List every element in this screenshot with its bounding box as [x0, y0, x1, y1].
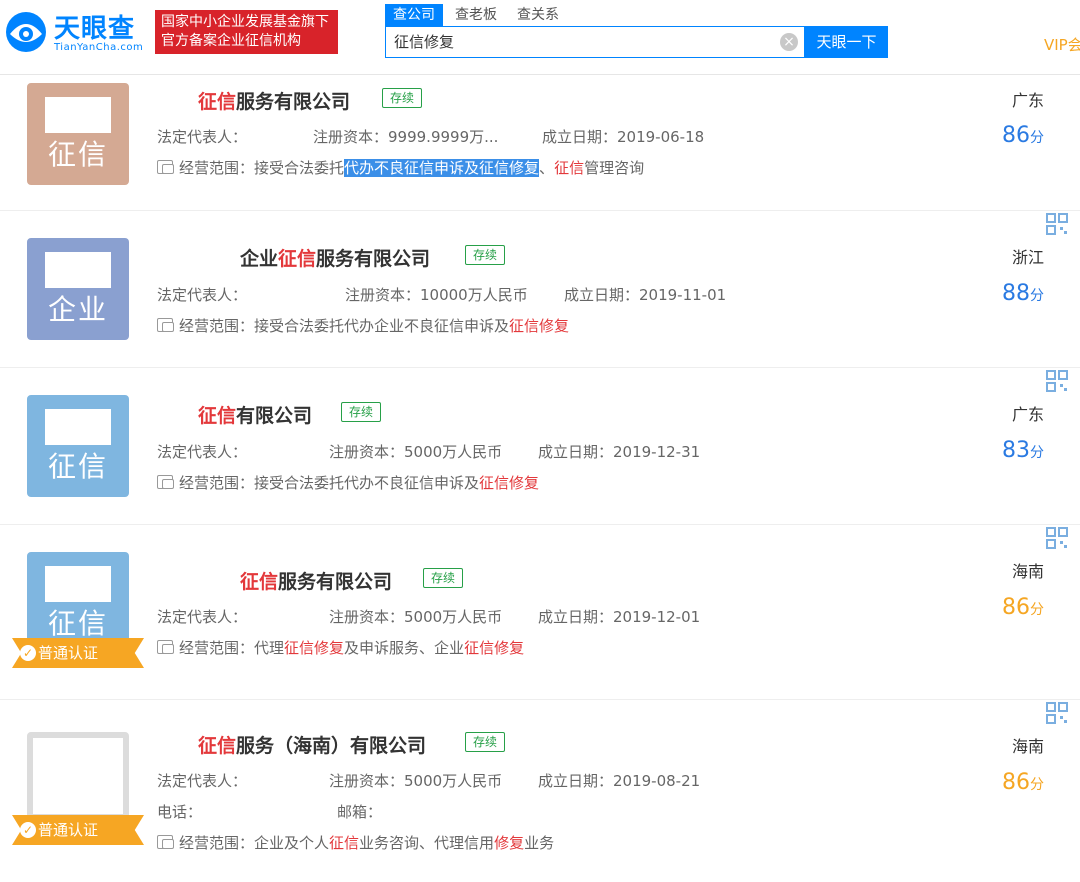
- company-logo: 征信: [27, 83, 129, 185]
- scope-icon: [157, 318, 174, 332]
- search-tabs: 查公司 查老板 查关系: [385, 4, 571, 28]
- qr-code-icon[interactable]: [1044, 525, 1070, 551]
- verified-check-icon: ✓: [20, 645, 36, 661]
- cert-badge: ✓ 普通认证: [12, 815, 144, 845]
- phone: 电话：: [157, 803, 203, 821]
- scope-icon: [157, 160, 174, 174]
- tianyancha-logo[interactable]: 天眼查 TianYanCha.com: [4, 6, 146, 58]
- business-scope: 经营范围：企业及个人征信业务咨询、代理信用修复业务: [157, 832, 554, 853]
- region: 浙江: [1011, 248, 1044, 267]
- founded-date: 成立日期：2019-12-31: [538, 443, 701, 461]
- top-header: 天眼查 TianYanCha.com 国家中小企业发展基金旗下 官方备案企业征信…: [0, 0, 1080, 75]
- score: 86分: [1002, 595, 1044, 620]
- result-card[interactable]: 征信 征信服务有限公司 存续 法定代表人： 注册资本：9999.9999万...…: [0, 75, 1080, 211]
- score: 86分: [1002, 123, 1044, 148]
- registered-capital: 注册资本：5000万人民币: [329, 772, 503, 790]
- registered-capital: 注册资本：5000万人民币: [329, 608, 503, 626]
- result-card[interactable]: ✓ 普通认证 征信服务（海南）有限公司 存续 法定代表人： 注册资本：5000万…: [0, 700, 1080, 882]
- selected-text: 代办不良征信申诉及征信修复: [344, 159, 540, 177]
- qr-code-icon[interactable]: [1044, 700, 1070, 726]
- company-logo-text: 征信: [47, 607, 108, 640]
- logo-mark-icon: [6, 12, 46, 52]
- score: 83分: [1002, 438, 1044, 463]
- qr-code-icon[interactable]: [1044, 368, 1070, 394]
- search-button[interactable]: 天眼一下: [805, 26, 888, 58]
- legal-rep: 法定代表人：: [157, 128, 248, 146]
- company-name[interactable]: 征信服务（海南）有限公司: [198, 731, 426, 758]
- logo-subtext: TianYanCha.com: [54, 42, 144, 53]
- badge-line-1: 国家中小企业发展基金旗下: [161, 14, 329, 30]
- region: 海南: [1011, 562, 1044, 581]
- founded-date: 成立日期：2019-06-18: [542, 128, 705, 146]
- clear-icon[interactable]: ×: [780, 33, 798, 51]
- business-scope: 经营范围：接受合法委托代办不良征信申诉及征信修复: [157, 472, 539, 493]
- email: 邮箱：: [337, 803, 383, 821]
- company-logo-text: 企业: [47, 293, 108, 326]
- company-name[interactable]: 征信服务有限公司: [240, 567, 392, 594]
- region: 广东: [1011, 405, 1044, 424]
- search-query[interactable]: 征信修复: [394, 27, 454, 57]
- founded-date: 成立日期：2019-12-01: [538, 608, 701, 626]
- registered-capital: 注册资本：10000万人民币: [345, 286, 528, 304]
- qr-code-icon[interactable]: [1044, 211, 1070, 237]
- business-scope: 经营范围：接受合法委托代办不良征信申诉及征信修复、征信管理咨询: [157, 157, 644, 178]
- legal-rep: 法定代表人：: [157, 286, 248, 304]
- result-card[interactable]: 企业 企业征信服务有限公司 存续 法定代表人： 注册资本：10000万人民币 成…: [0, 211, 1080, 368]
- founded-date: 成立日期：2019-11-01: [564, 286, 727, 304]
- status-badge: 存续: [382, 88, 423, 108]
- company-logo: 征信: [27, 395, 129, 497]
- legal-rep: 法定代表人：: [157, 608, 248, 626]
- scope-icon: [157, 640, 174, 654]
- company-name[interactable]: 征信服务有限公司: [198, 87, 350, 114]
- tab-relation[interactable]: 查关系: [509, 4, 567, 26]
- status-badge: 存续: [465, 245, 506, 265]
- legal-rep: 法定代表人：: [157, 772, 248, 790]
- company-logo-text: 征信: [47, 450, 108, 483]
- registered-capital: 注册资本：9999.9999万...: [313, 128, 499, 146]
- logo-text: 天眼查: [54, 14, 136, 44]
- official-badge: 国家中小企业发展基金旗下 官方备案企业征信机构: [155, 10, 338, 54]
- scope-icon: [157, 835, 174, 849]
- company-name[interactable]: 征信有限公司: [198, 401, 312, 428]
- business-scope: 经营范围：接受合法委托代办企业不良征信申诉及征信修复: [157, 315, 569, 336]
- region: 广东: [1011, 91, 1044, 110]
- badge-line-2: 官方备案企业征信机构: [161, 33, 301, 49]
- scope-icon: [157, 475, 174, 489]
- search-input[interactable]: 征信修复 ×: [385, 26, 805, 58]
- tab-company[interactable]: 查公司: [385, 4, 443, 26]
- status-badge: 存续: [465, 732, 506, 752]
- legal-rep: 法定代表人：: [157, 443, 248, 461]
- company-logo-text: 征信: [47, 138, 108, 171]
- founded-date: 成立日期：2019-08-21: [538, 772, 701, 790]
- cert-badge: ✓ 普通认证: [12, 638, 144, 668]
- result-card[interactable]: 征信 ✓ 普通认证 征信服务有限公司 存续 法定代表人： 注册资本：5000万人…: [0, 525, 1080, 700]
- status-badge: 存续: [341, 402, 382, 422]
- tab-boss[interactable]: 查老板: [447, 4, 505, 26]
- company-name[interactable]: 企业征信服务有限公司: [240, 244, 430, 271]
- vip-link[interactable]: VIP会: [1044, 34, 1080, 55]
- score: 88分: [1002, 281, 1044, 306]
- verified-check-icon: ✓: [20, 822, 36, 838]
- company-logo: 企业: [27, 238, 129, 340]
- score: 86分: [1002, 770, 1044, 795]
- region: 海南: [1011, 737, 1044, 756]
- registered-capital: 注册资本：5000万人民币: [329, 443, 503, 461]
- business-scope: 经营范围：代理征信修复及申诉服务、企业征信修复: [157, 637, 524, 658]
- result-card[interactable]: 征信 征信有限公司 存续 法定代表人： 注册资本：5000万人民币 成立日期：2…: [0, 368, 1080, 525]
- status-badge: 存续: [423, 568, 464, 588]
